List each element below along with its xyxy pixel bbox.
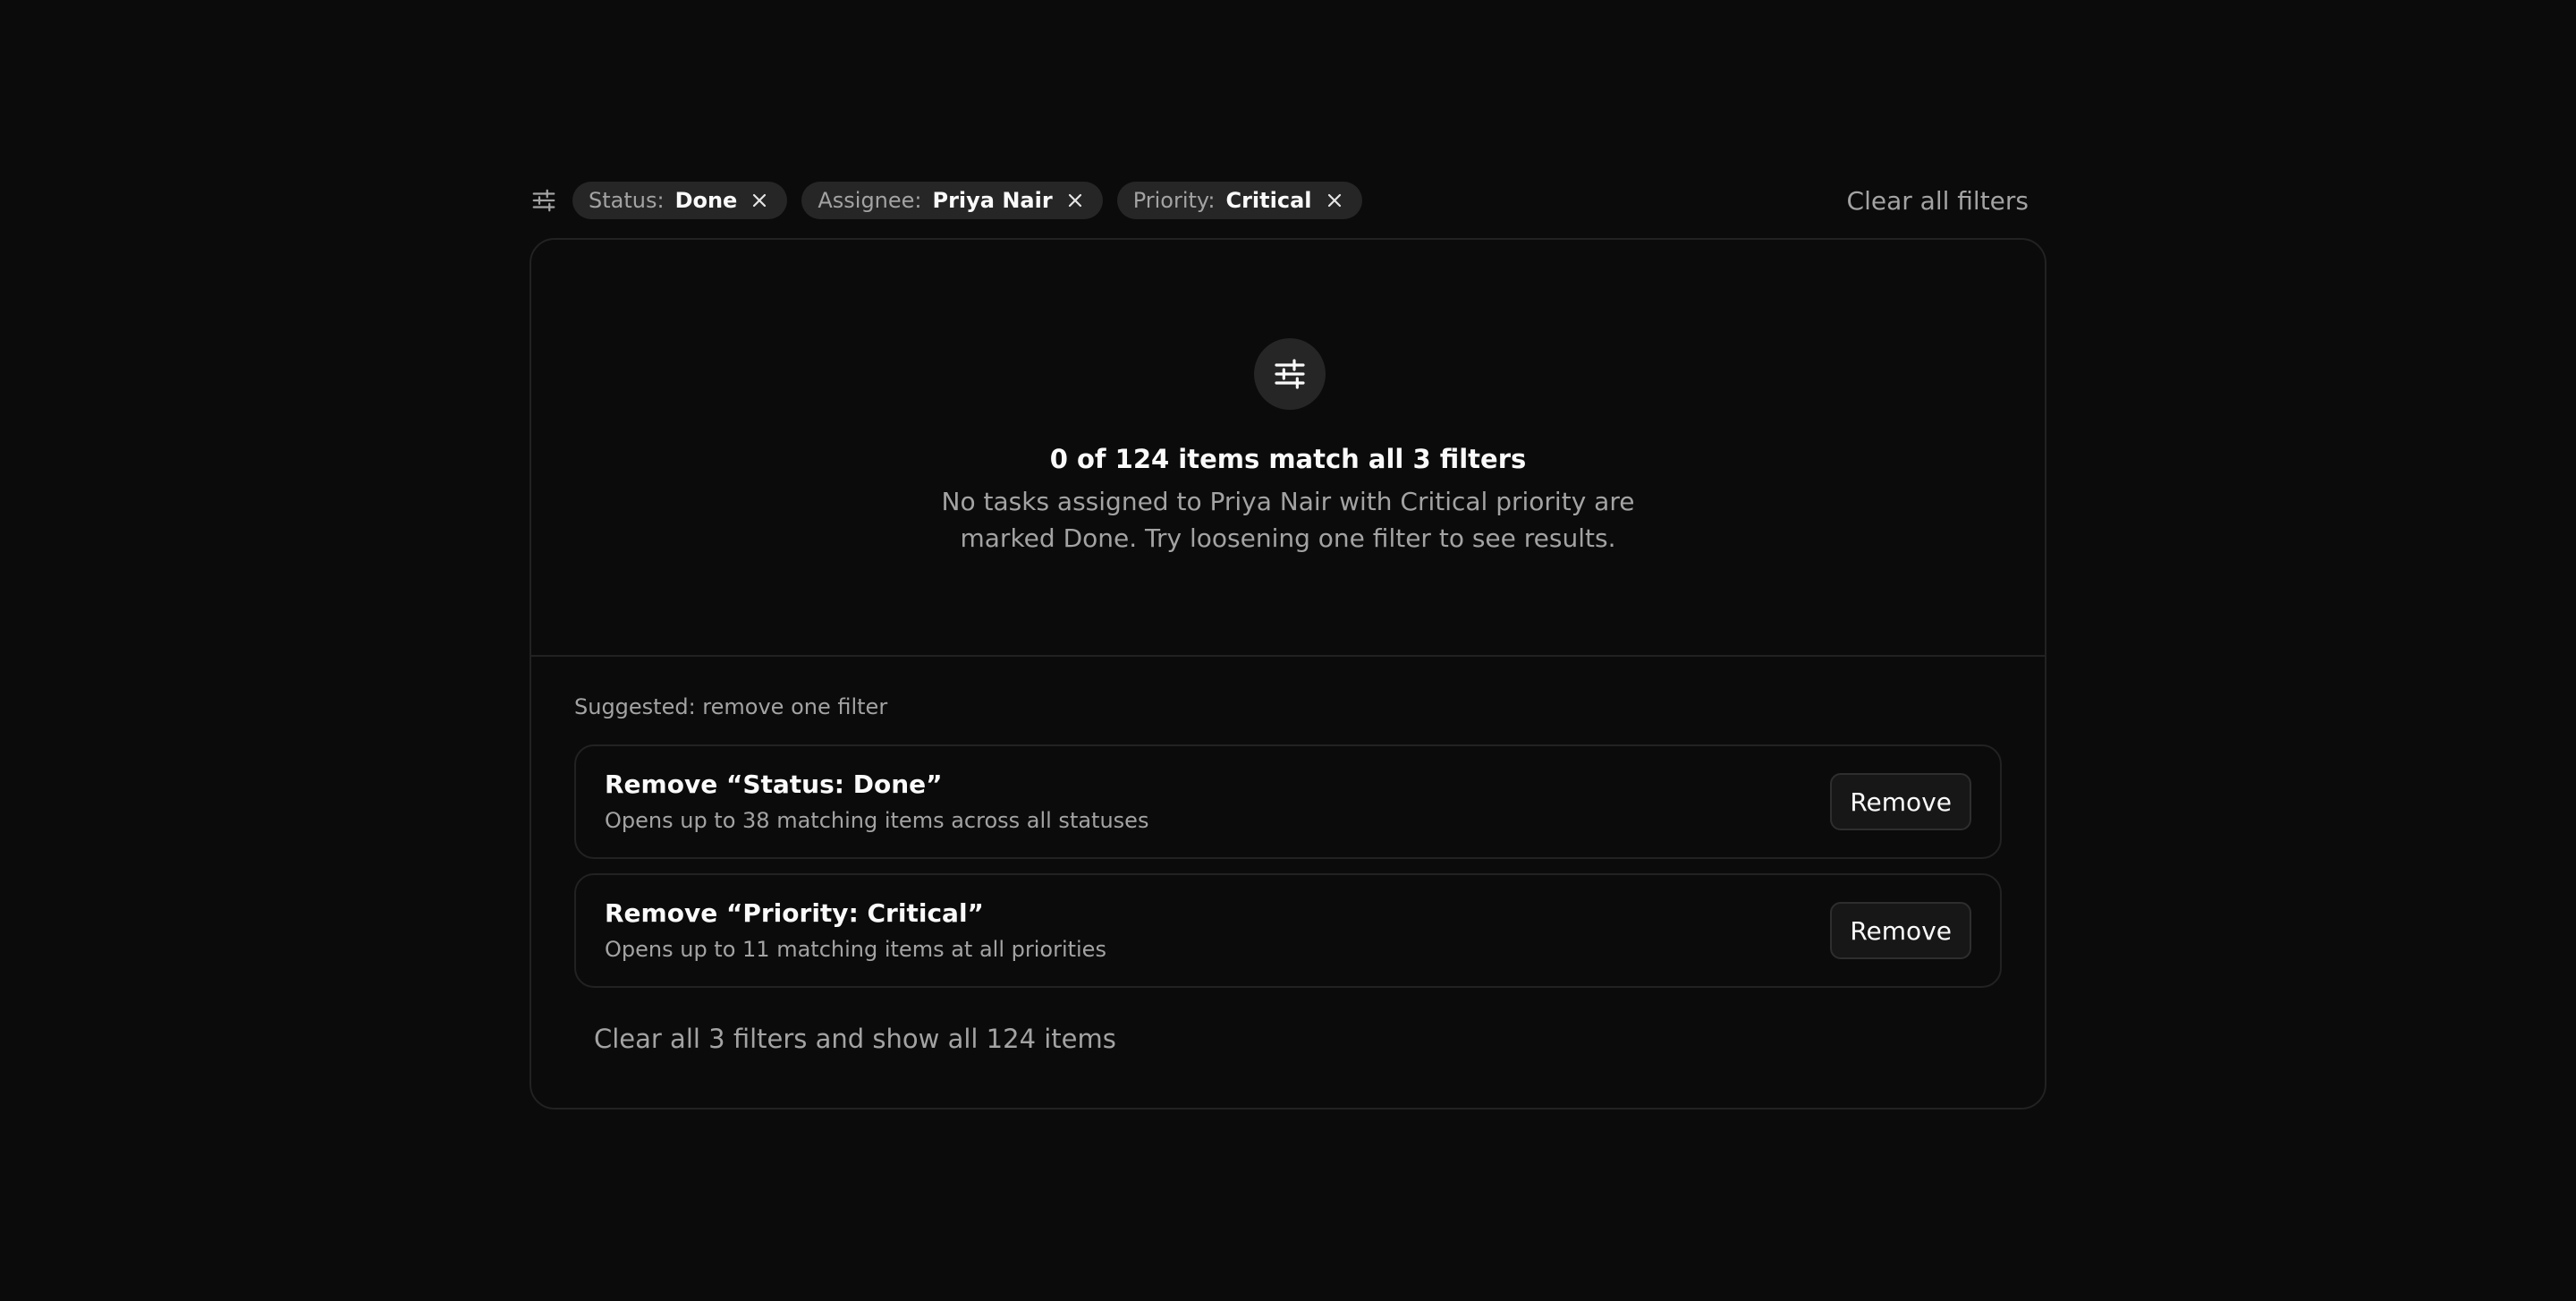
clear-all-filters-button[interactable]: Clear all filters: [1847, 186, 2029, 216]
filter-chip-priority[interactable]: Priority: Critical: [1116, 182, 1362, 219]
suggestion-row: Remove “Status: Done” Opens up to 38 mat…: [574, 744, 2002, 859]
sliders-icon: [530, 186, 558, 215]
chip-value: Priya Nair: [932, 188, 1053, 213]
sliders-icon: [1254, 338, 1326, 410]
empty-state: 0 of 124 items match all 3 filters No ta…: [531, 240, 2045, 657]
remove-priority-filter-button[interactable]: Remove: [1830, 902, 1971, 959]
suggestions-label: Suggested: remove one filter: [574, 694, 888, 719]
suggestions-section: Suggested: remove one filter Remove “Sta…: [531, 657, 2045, 1054]
chip-key: Assignee:: [818, 188, 922, 213]
filter-chip-assignee[interactable]: Assignee: Priya Nair: [801, 182, 1103, 219]
filter-chip-status[interactable]: Status: Done: [572, 182, 788, 219]
suggestion-text: Remove “Status: Done” Opens up to 38 mat…: [605, 769, 1830, 833]
empty-state-title: 0 of 124 items match all 3 filters: [1049, 444, 1527, 474]
remove-status-filter-button[interactable]: Remove: [1830, 773, 1971, 830]
chip-key: Status:: [589, 188, 665, 213]
close-icon[interactable]: [1323, 189, 1346, 212]
description-line: No tasks assigned to Priya Nair with Cri…: [941, 487, 1635, 516]
suggestion-row: Remove “Priority: Critical” Opens up to …: [574, 873, 2002, 988]
close-icon[interactable]: [1063, 189, 1087, 212]
active-filters-bar: Status: Done Assignee: Priya Nair Priori…: [530, 179, 2046, 222]
filter-results-panel: Status: Done Assignee: Priya Nair Priori…: [530, 179, 2046, 1110]
empty-state-description: No tasks assigned to Priya Nair with Cri…: [531, 483, 2045, 557]
chip-value: Critical: [1225, 188, 1312, 213]
chip-value: Done: [674, 188, 738, 213]
clear-all-and-show-link[interactable]: Clear all 3 filters and show all 124 ite…: [594, 1024, 1116, 1054]
suggestion-subtitle: Opens up to 38 matching items across all…: [605, 807, 1149, 833]
chip-key: Priority:: [1132, 188, 1216, 213]
suggestion-title: Remove “Status: Done”: [605, 769, 943, 799]
description-line: marked Done. Try loosening one filter to…: [960, 523, 1616, 553]
close-icon[interactable]: [748, 189, 771, 212]
suggestion-text: Remove “Priority: Critical” Opens up to …: [605, 897, 1830, 962]
results-card: 0 of 124 items match all 3 filters No ta…: [530, 238, 2046, 1110]
suggestion-subtitle: Opens up to 11 matching items at all pri…: [605, 936, 1106, 962]
suggestion-title: Remove “Priority: Critical”: [605, 897, 984, 928]
